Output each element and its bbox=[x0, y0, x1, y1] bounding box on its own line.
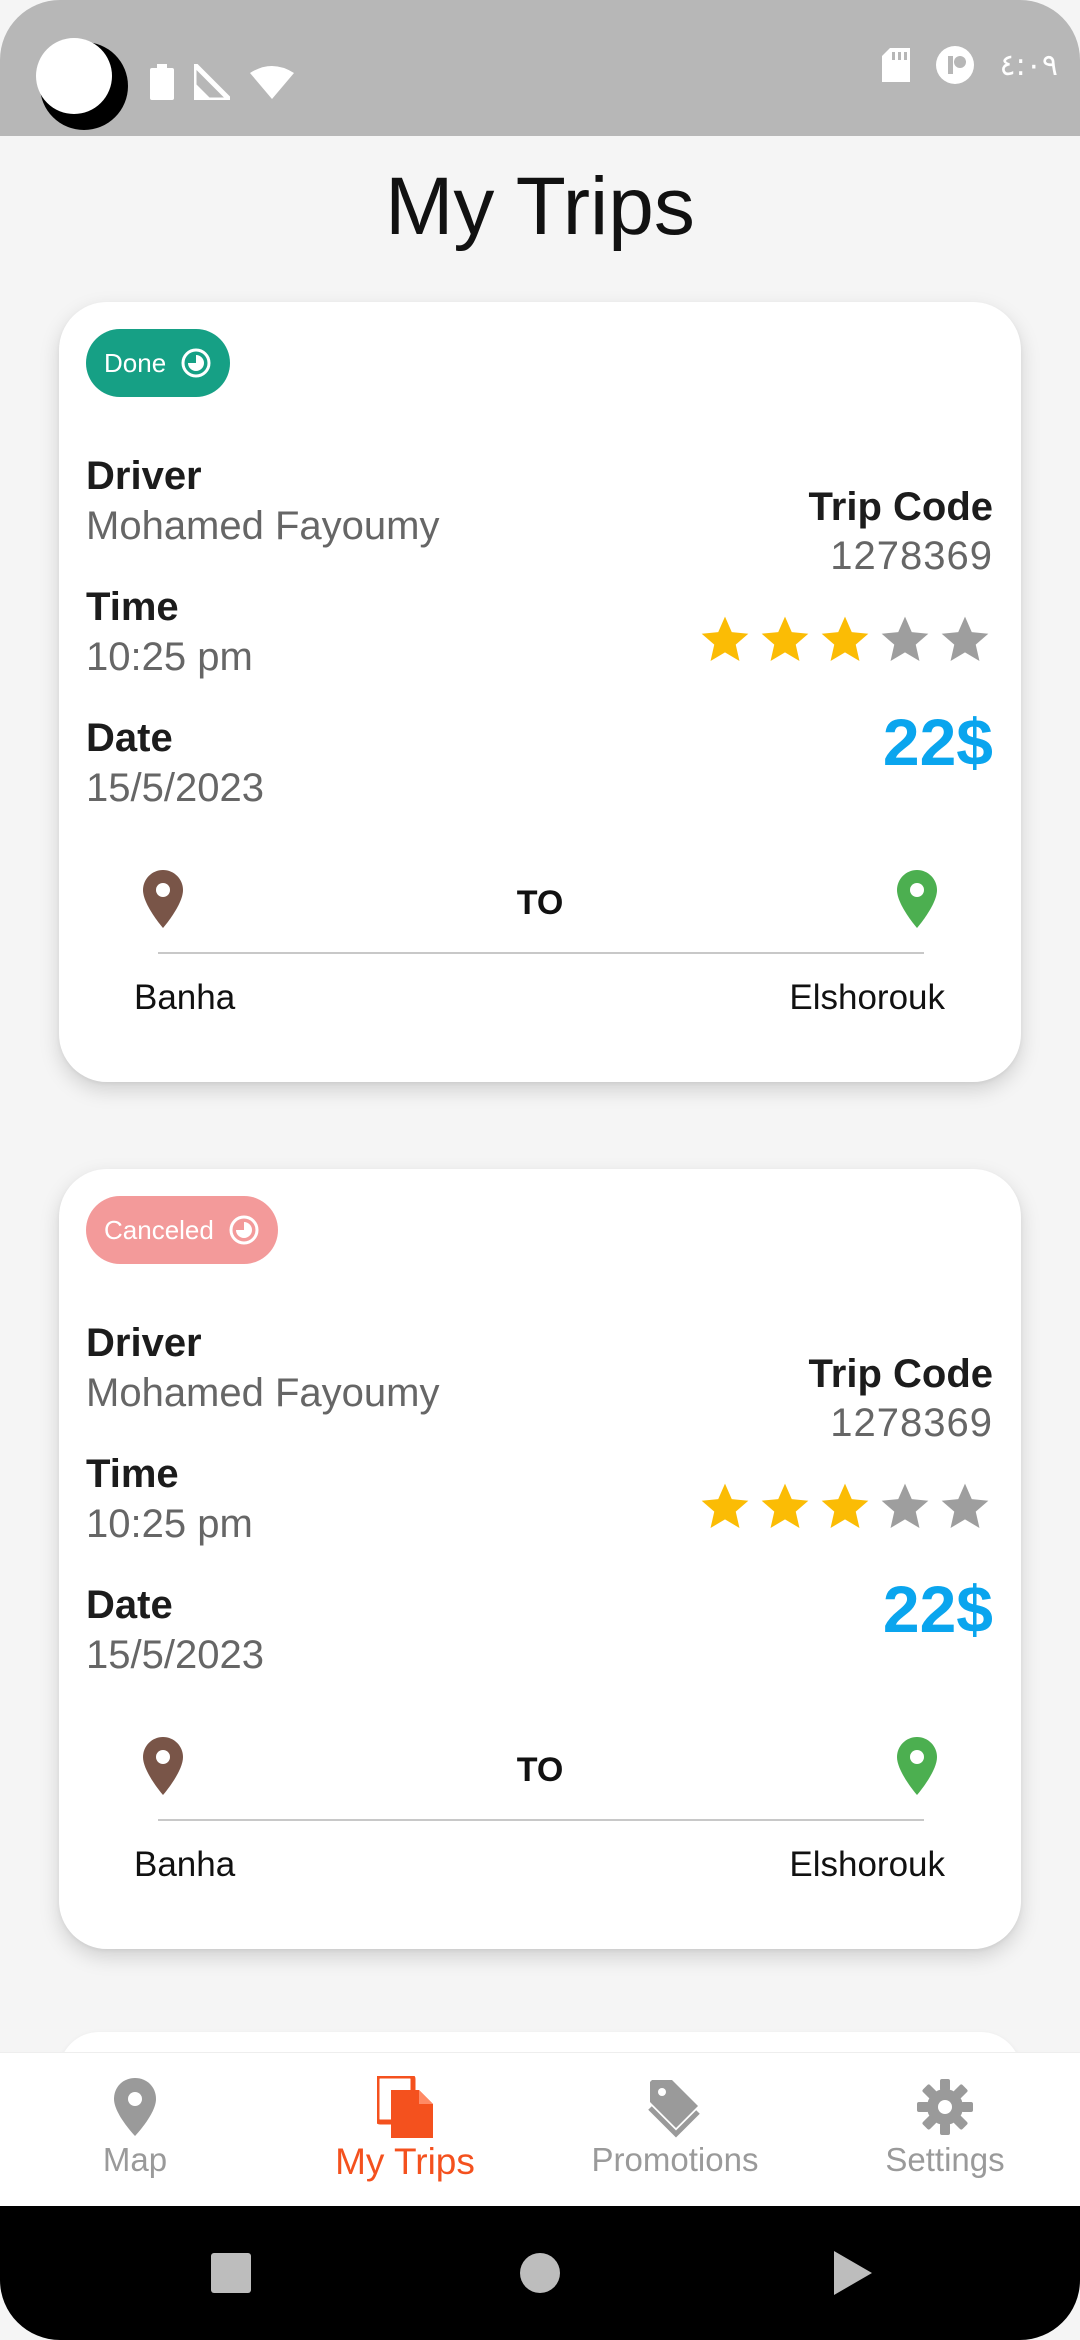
status-label: Canceled bbox=[104, 1214, 214, 1245]
trip-price: 22$ bbox=[882, 1572, 993, 1646]
battery-icon bbox=[150, 64, 174, 100]
status-left-icons bbox=[34, 34, 294, 130]
trip-code-label: Trip Code bbox=[808, 485, 993, 529]
route-divider bbox=[158, 1819, 924, 1821]
trip-card[interactable]: Canceled Driver Mohamed Fayoumy Time 10:… bbox=[59, 1169, 1021, 1949]
star-rating bbox=[697, 1479, 993, 1535]
star-filled-icon bbox=[701, 1483, 749, 1528]
time-label: Time bbox=[86, 1452, 179, 1496]
date-label: Date bbox=[86, 716, 173, 760]
system-navigation-bar bbox=[0, 2206, 1080, 2340]
nav-label: My Trips bbox=[335, 2141, 475, 2182]
driver-label: Driver bbox=[86, 1321, 202, 1365]
nav-label: Promotions bbox=[591, 2141, 759, 2178]
route-divider bbox=[158, 952, 924, 954]
dropoff-city: Elshorouk bbox=[789, 1845, 945, 1884]
star-empty-icon bbox=[881, 616, 929, 661]
map-pin-icon bbox=[114, 2078, 156, 2136]
star-empty-icon bbox=[941, 616, 989, 661]
nav-label: Map bbox=[102, 2141, 168, 2178]
dropoff-city: Elshorouk bbox=[789, 978, 945, 1017]
date-label: Date bbox=[86, 1583, 173, 1627]
page-title: My Trips bbox=[385, 161, 695, 252]
pickup-city: Banha bbox=[134, 1845, 236, 1884]
trip-time: 10:25 pm bbox=[86, 1502, 253, 1546]
app-notification-icon bbox=[935, 46, 974, 84]
star-rating bbox=[697, 612, 993, 668]
wifi-icon bbox=[250, 66, 294, 99]
status-right-icons: ٤:٠٩ bbox=[881, 46, 1058, 84]
trip-price: 22$ bbox=[882, 705, 993, 779]
star-empty-icon bbox=[941, 1483, 989, 1528]
trip-date: 15/5/2023 bbox=[86, 1633, 264, 1677]
nav-item-map[interactable]: Map bbox=[0, 2053, 270, 2207]
time-label: Time bbox=[86, 585, 179, 629]
trip-code-value: 1278369 bbox=[830, 534, 993, 578]
status-time: ٤:٠٩ bbox=[999, 47, 1058, 83]
nav-label: Settings bbox=[885, 2141, 1005, 2178]
star-filled-icon bbox=[761, 616, 809, 661]
documents-icon bbox=[377, 2076, 433, 2138]
star-empty-icon bbox=[881, 1483, 929, 1528]
route-to-label: TO bbox=[516, 884, 564, 922]
nav-item-my-trips[interactable]: My Trips bbox=[270, 2053, 540, 2207]
dropoff-pin-icon bbox=[897, 870, 937, 928]
nav-item-settings[interactable]: Settings bbox=[810, 2053, 1080, 2207]
trip-time: 10:25 pm bbox=[86, 635, 253, 679]
sd-card-icon bbox=[881, 48, 910, 82]
signal-icon bbox=[194, 64, 230, 100]
recents-square-icon[interactable] bbox=[209, 2243, 253, 2303]
driver-name: Mohamed Fayoumy bbox=[86, 504, 440, 548]
clock-status-icon bbox=[181, 348, 211, 378]
driver-label: Driver bbox=[86, 454, 202, 498]
star-filled-icon bbox=[761, 1483, 809, 1528]
moon-avatar-icon bbox=[36, 38, 128, 130]
tag-icon bbox=[648, 2080, 700, 2138]
star-filled-icon bbox=[701, 616, 749, 661]
back-triangle-icon[interactable] bbox=[830, 2243, 874, 2303]
route-to-label: TO bbox=[516, 1751, 564, 1789]
trip-date: 15/5/2023 bbox=[86, 766, 264, 810]
home-circle-icon[interactable] bbox=[518, 2243, 562, 2303]
status-bar: ٤:٠٩ bbox=[0, 0, 1080, 136]
bottom-navigation: Map My Trips Promotions Settings bbox=[0, 2052, 1080, 2207]
status-badge: Canceled bbox=[86, 1196, 278, 1264]
clock-status-icon bbox=[229, 1215, 259, 1245]
pickup-city: Banha bbox=[134, 978, 236, 1017]
status-label: Done bbox=[104, 347, 167, 378]
status-badge: Done bbox=[86, 329, 231, 397]
nav-item-promotions[interactable]: Promotions bbox=[540, 2053, 810, 2207]
star-filled-icon bbox=[821, 1483, 869, 1528]
trip-card[interactable]: Done Driver Mohamed Fayoumy Time 10:25 p… bbox=[59, 302, 1021, 1082]
driver-name: Mohamed Fayoumy bbox=[86, 1371, 440, 1415]
dropoff-pin-icon bbox=[897, 1737, 937, 1795]
trip-code-label: Trip Code bbox=[808, 1352, 993, 1396]
trip-code-value: 1278369 bbox=[830, 1401, 993, 1445]
gear-icon bbox=[917, 2079, 973, 2135]
star-filled-icon bbox=[821, 616, 869, 661]
